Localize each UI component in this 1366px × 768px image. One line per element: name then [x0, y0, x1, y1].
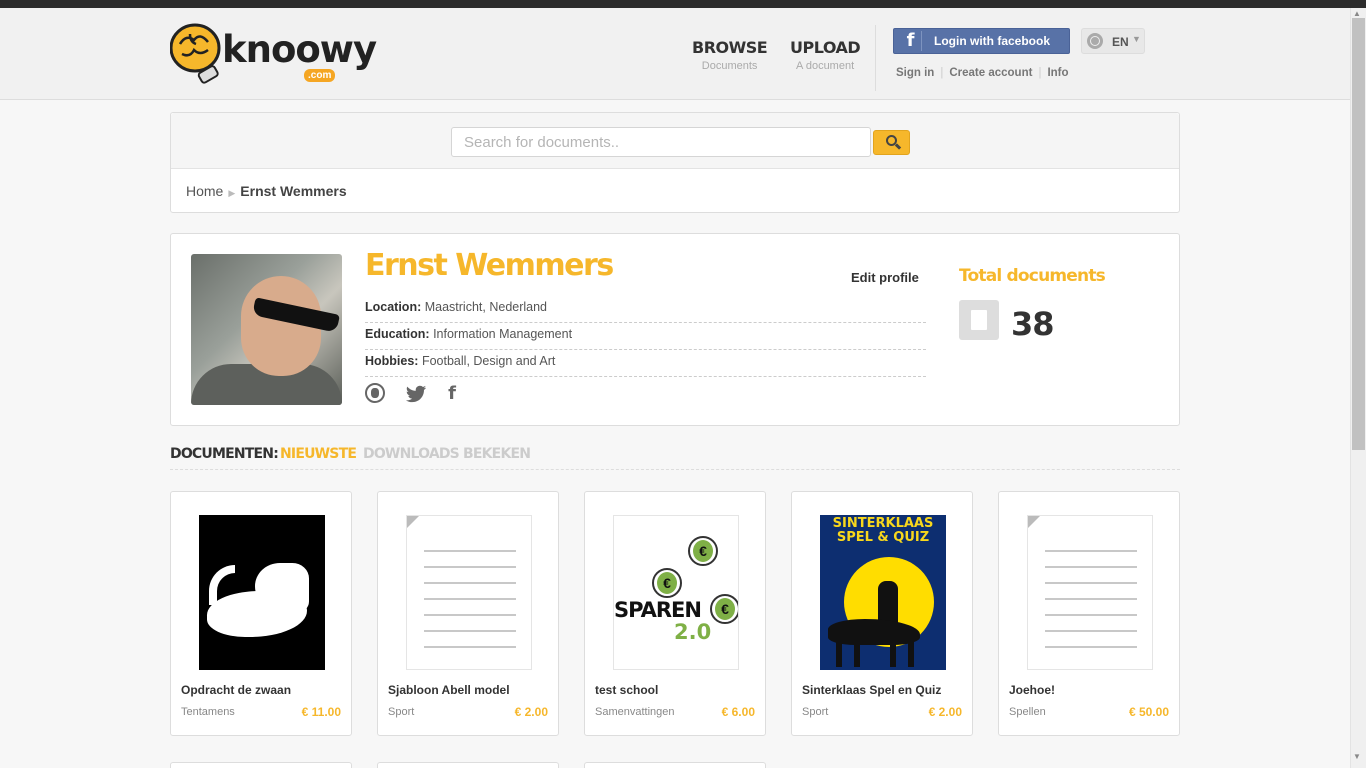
- thumb-sparen-word: SPAREN: [614, 598, 702, 622]
- document-category: Tentamens: [181, 706, 235, 718]
- education-label: Education:: [365, 327, 430, 341]
- chevron-down-icon: ▼: [1132, 34, 1141, 44]
- document-title[interactable]: Sinterklaas Spel en Quiz: [802, 683, 941, 697]
- nav-browse-label: BROWSE: [692, 38, 768, 57]
- thumb-sinterklaas-title: SINTERKLAAS SPEL & QUIZ: [820, 517, 946, 545]
- sign-in-link[interactable]: Sign in: [896, 67, 934, 79]
- header-divider: [875, 25, 876, 91]
- document-card-partial[interactable]: [584, 762, 766, 768]
- document-price: € 6.00: [721, 705, 755, 719]
- nav-upload[interactable]: UPLOAD A document: [790, 38, 861, 72]
- profile-location: Location: Maastricht, Nederland: [365, 296, 926, 323]
- avatar: [191, 254, 342, 405]
- document-icon: [959, 300, 999, 340]
- info-link[interactable]: Info: [1047, 67, 1068, 79]
- document-category: Sport: [388, 706, 415, 718]
- document-title[interactable]: Sjabloon Abell model: [388, 683, 510, 697]
- document-price: € 2.00: [928, 705, 962, 719]
- search-button[interactable]: [873, 130, 910, 155]
- document-card-partial[interactable]: [377, 762, 559, 768]
- nav-upload-sublabel: A document: [796, 60, 855, 72]
- thumb-sinterklaas-line1: SINTERKLAAS: [832, 516, 934, 531]
- account-links: Sign in | Create account | Info: [896, 67, 1069, 79]
- scroll-up-arrow-icon[interactable]: ▲: [1353, 9, 1361, 18]
- breadcrumb-home[interactable]: Home: [186, 183, 223, 199]
- create-account-link[interactable]: Create account: [949, 67, 1032, 79]
- document-card[interactable]: Opdracht de zwaan Tentamens € 11.00: [170, 491, 352, 736]
- tab-downloads[interactable]: DOWNLOADS: [363, 446, 460, 462]
- total-documents-label: Total documents: [959, 266, 1106, 286]
- link-separator: |: [940, 67, 944, 79]
- nav-browse[interactable]: BROWSE Documents: [692, 38, 768, 72]
- document-price: € 50.00: [1128, 705, 1169, 719]
- link-separator: |: [1038, 67, 1042, 79]
- document-category: Spellen: [1009, 706, 1046, 718]
- facebook-icon[interactable]: f: [441, 383, 463, 405]
- profile-education: Education: Information Management: [365, 323, 926, 350]
- document-tabs: DOCUMENTEN: NIEUWSTE DOWNLOADS BEKEKEN: [170, 444, 1180, 470]
- nav-upload-label: UPLOAD: [790, 38, 861, 57]
- documents-tab-heading: DOCUMENTEN:: [170, 446, 279, 462]
- profile-hobbies: Hobbies: Football, Design and Art: [365, 350, 926, 377]
- logo-domain-badge: .com: [304, 69, 336, 82]
- language-selector[interactable]: EN ▼: [1081, 28, 1145, 54]
- website-globe-icon[interactable]: [365, 383, 385, 403]
- breadcrumb: Home ▶ Ernst Wemmers: [186, 183, 347, 199]
- profile-panel: Ernst Wemmers Edit profile Location: Maa…: [170, 233, 1180, 426]
- site-logo[interactable]: knoowy .com: [170, 22, 377, 92]
- thumb-sparen-version: 2.0: [674, 620, 712, 644]
- document-title[interactable]: Opdracht de zwaan: [181, 683, 291, 697]
- location-label: Location:: [365, 300, 422, 314]
- language-code: EN: [1112, 35, 1129, 49]
- thumb-sinterklaas-line2: SPEL & QUIZ: [836, 530, 930, 545]
- hobbies-value: Football, Design and Art: [421, 354, 556, 368]
- facebook-login-label: Login with facebook: [934, 34, 1050, 48]
- document-thumbnail[interactable]: SPAREN 2.0: [613, 515, 739, 670]
- breadcrumb-arrow-icon: ▶: [228, 188, 236, 198]
- search-bar: [171, 113, 1179, 169]
- document-category: Sport: [802, 706, 829, 718]
- search-input[interactable]: [451, 127, 871, 157]
- document-thumbnail[interactable]: [1027, 515, 1153, 670]
- document-price: € 2.00: [514, 705, 548, 719]
- document-card[interactable]: Sjabloon Abell model Sport € 2.00: [377, 491, 559, 736]
- facebook-login-button[interactable]: f Login with facebook: [893, 28, 1070, 54]
- document-thumbnail[interactable]: SINTERKLAAS SPEL & QUIZ: [820, 515, 946, 670]
- logo-wordmark: knoowy: [222, 28, 377, 71]
- brain-bulb-logo-icon: [170, 23, 221, 84]
- facebook-icon: f: [900, 31, 922, 51]
- hobbies-label: Hobbies:: [365, 354, 419, 368]
- scrollbar-thumb[interactable]: [1352, 18, 1365, 450]
- nav-browse-sublabel: Documents: [701, 60, 758, 72]
- breadcrumb-current: Ernst Wemmers: [240, 183, 347, 199]
- document-price: € 11.00: [301, 705, 341, 719]
- document-category: Samenvattingen: [595, 706, 675, 718]
- document-thumbnail[interactable]: [199, 515, 325, 670]
- document-thumbnail[interactable]: [406, 515, 532, 670]
- site-header: knoowy .com BROWSE Documents UPLOAD A do…: [0, 8, 1350, 100]
- search-panel: Home ▶ Ernst Wemmers: [170, 112, 1180, 213]
- document-card[interactable]: Joehoe! Spellen € 50.00: [998, 491, 1180, 736]
- document-title[interactable]: Joehoe!: [1009, 683, 1055, 697]
- tab-viewed[interactable]: BEKEKEN: [463, 446, 531, 462]
- document-card[interactable]: SINTERKLAAS SPEL & QUIZ Sinterklaas Spel…: [791, 491, 973, 736]
- top-bar: [0, 0, 1366, 8]
- document-card-partial[interactable]: [170, 762, 352, 768]
- globe-icon: [1087, 33, 1103, 49]
- total-documents-count: 38: [1011, 305, 1055, 343]
- document-card[interactable]: SPAREN 2.0 test school Samenvattingen € …: [584, 491, 766, 736]
- profile-name: Ernst Wemmers: [365, 248, 614, 283]
- location-value: Maastricht, Nederland: [424, 300, 548, 314]
- document-title[interactable]: test school: [595, 683, 658, 697]
- edit-profile-link[interactable]: Edit profile: [851, 270, 919, 285]
- twitter-icon[interactable]: [405, 383, 427, 405]
- education-value: Information Management: [433, 327, 573, 341]
- scroll-down-arrow-icon[interactable]: ▼: [1353, 752, 1361, 761]
- tab-newest[interactable]: NIEUWSTE: [280, 446, 357, 462]
